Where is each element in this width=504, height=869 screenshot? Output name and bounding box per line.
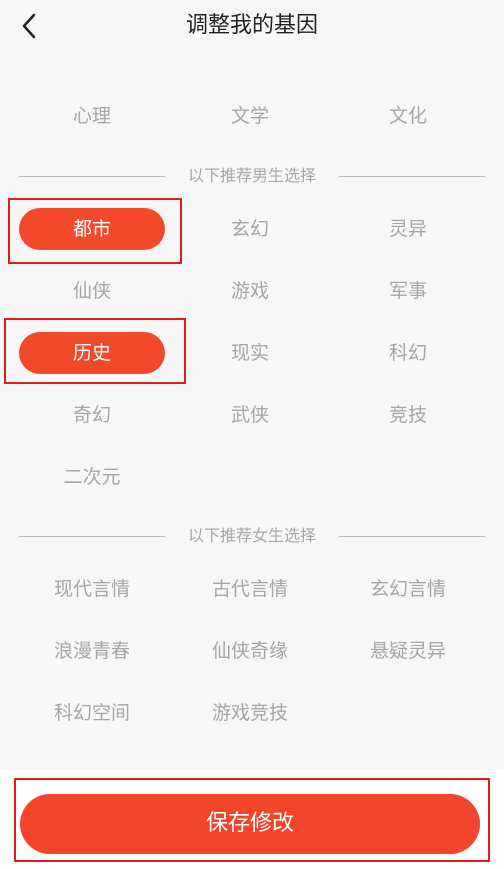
tag-wenhua[interactable]: 文化 [335,95,481,137]
tag-wenxue[interactable]: 文学 [177,95,323,137]
tag-gudaiyanqing[interactable]: 古代言情 [177,568,323,610]
tag-qihuan[interactable]: 奇幻 [19,394,165,436]
tag-row-male-4: 奇幻 武侠 竞技 [0,394,504,438]
tag-xuanhuan[interactable]: 玄幻 [177,208,323,250]
header: 调整我的基因 [0,0,504,52]
tag-xiandaiyanqing[interactable]: 现代言情 [19,568,165,610]
tag-row-female-3: 科幻空间 游戏竞技 [0,692,504,736]
tag-row-general: 心理 文学 文化 [0,95,504,139]
gene-tag-list[interactable]: 心理 文学 文化 以下推荐男生选择 都市 玄幻 灵异 仙侠 游戏 军事 历史 现… [0,40,504,768]
tag-lingyi[interactable]: 灵异 [335,208,481,250]
tag-row-female-1: 现代言情 古代言情 玄幻言情 [0,568,504,612]
tag-row-female-2: 浪漫青春 仙侠奇缘 悬疑灵异 [0,630,504,674]
tag-xianshi[interactable]: 现实 [177,332,323,374]
tag-jingji[interactable]: 竞技 [335,394,481,436]
tag-junshi[interactable]: 军事 [335,270,481,312]
tag-xianxia[interactable]: 仙侠 [19,270,165,312]
female-section-divider: 以下推荐女生选择 [19,526,485,546]
tag-xuanyilingyi[interactable]: 悬疑灵异 [335,630,481,672]
highlight-box-lishi [4,318,186,384]
tag-kehuankongjian[interactable]: 科幻空间 [19,692,165,734]
male-section-divider: 以下推荐男生选择 [19,166,485,186]
tag-youxi[interactable]: 游戏 [177,270,323,312]
tag-kehuan[interactable]: 科幻 [335,332,481,374]
highlight-box-save [14,778,490,862]
tag-xuanhuanyanqing[interactable]: 玄幻言情 [335,568,481,610]
tag-xianxiaqiyuan[interactable]: 仙侠奇缘 [177,630,323,672]
footer-bar: 保存修改 [0,770,504,869]
tag-row-male-2: 仙侠 游戏 军事 [0,270,504,314]
tag-xinli[interactable]: 心理 [19,95,165,137]
page-title: 调整我的基因 [185,13,318,38]
tag-wuxia[interactable]: 武侠 [177,394,323,436]
tag-youxijingji[interactable]: 游戏竞技 [177,692,323,734]
highlight-box-dushi [8,198,182,264]
tag-erciyuan[interactable]: 二次元 [19,456,165,498]
tag-row-male-5: 二次元 [0,456,504,500]
divider-line [339,176,485,177]
tag-langmanqingchun[interactable]: 浪漫青春 [19,630,165,672]
divider-line [339,536,485,537]
